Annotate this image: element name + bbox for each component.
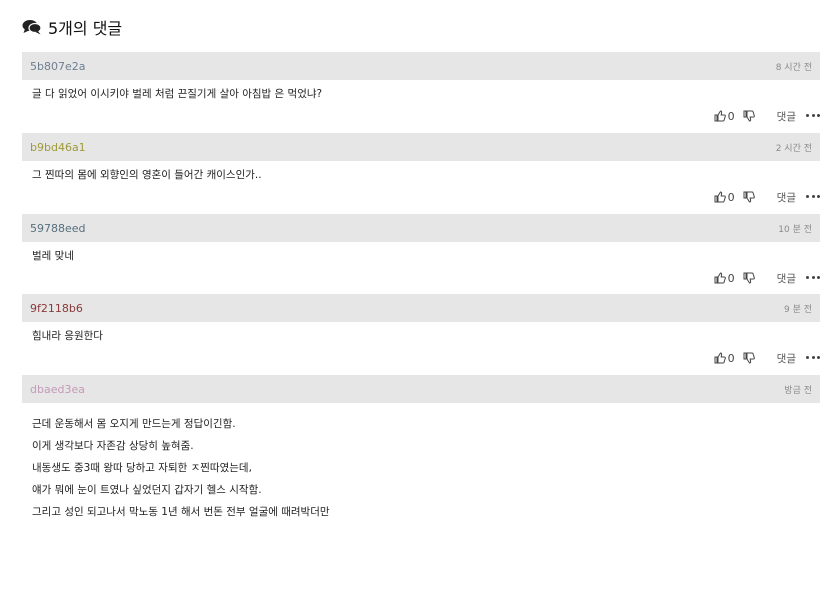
dislike-button[interactable] — [743, 352, 755, 364]
comment-item: b9bd46a1 2 시간 전 그 찐따의 몸에 외향인의 영혼이 들어간 캐이… — [22, 133, 820, 213]
comment-item: 9f2118b6 9 분 전 힘내라 응원한다 0 댓글 — [22, 294, 820, 374]
dislike-button[interactable] — [743, 191, 755, 203]
reply-button[interactable]: 댓글 — [777, 190, 796, 205]
like-button[interactable]: 0 — [714, 191, 743, 204]
like-button[interactable]: 0 — [714, 110, 743, 123]
comment-timestamp: 8 시간 전 — [775, 62, 812, 73]
thumbs-down-icon — [743, 191, 755, 203]
comment-text: 벌레 맞네 — [32, 250, 74, 262]
comment-text-line: 이게 생각보다 자존감 상당히 높혀줌. — [32, 440, 194, 452]
comment-header-bar: 9f2118b6 9 분 전 — [22, 294, 820, 322]
like-count: 0 — [727, 190, 735, 204]
comment-text: 힘내라 응원한다 — [32, 330, 103, 342]
comment-body: 근데 운동해서 몸 오지게 만드는게 정답이긴함. 이게 생각보다 자존감 상당… — [22, 403, 820, 520]
comment-header-bar: 5b807e2a 8 시간 전 — [22, 52, 820, 80]
like-button[interactable]: 0 — [714, 272, 743, 285]
thumbs-down-icon — [743, 272, 755, 284]
more-options-icon[interactable] — [806, 356, 820, 360]
comment-item: dbaed3ea 방금 전 근데 운동해서 몸 오지게 만드는게 정답이긴함. … — [22, 375, 820, 600]
comment-author[interactable]: 59788eed — [30, 222, 86, 235]
more-options-icon[interactable] — [806, 114, 820, 118]
reply-button[interactable]: 댓글 — [777, 351, 796, 366]
comment-item: 59788eed 10 분 전 벌레 맞네 0 댓글 — [22, 214, 820, 294]
comment-text-line: 그리고 성인 되고나서 막노동 1년 해서 번돈 전부 얼굴에 때려박더만 — [32, 506, 330, 518]
comment-actions: 0 댓글 — [714, 187, 820, 207]
dislike-button[interactable] — [743, 110, 755, 122]
comment-actions: 0 댓글 — [714, 348, 820, 368]
comment-timestamp: 9 분 전 — [783, 304, 812, 315]
comment-author[interactable]: 9f2118b6 — [30, 302, 83, 315]
thumbs-up-icon — [714, 272, 726, 284]
thumbs-up-icon — [714, 191, 726, 203]
comment-text: 글 다 읽었어 이시키야 벌레 처럼 끈질기게 살아 아침밥 은 먹었냐? — [32, 88, 323, 100]
comment-body: 벌레 맞네 — [22, 248, 820, 264]
comment-actions: 0 댓글 — [714, 106, 820, 126]
comment-item: 5b807e2a 8 시간 전 글 다 읽었어 이시키야 벌레 처럼 끈질기게 … — [22, 52, 820, 132]
comment-author[interactable]: b9bd46a1 — [30, 141, 86, 154]
comment-body: 글 다 읽었어 이시키야 벌레 처럼 끈질기게 살아 아침밥 은 먹었냐? — [22, 86, 820, 102]
comment-text-line: 얘가 뭐에 눈이 트였나 싶었던지 갑자기 헬스 시작함. — [32, 484, 262, 496]
like-count: 0 — [727, 109, 735, 123]
comments-header: 5개의 댓글 — [22, 14, 122, 40]
comment-actions: 0 댓글 — [714, 268, 820, 288]
thumbs-up-icon — [714, 352, 726, 364]
comment-text-line: 근데 운동해서 몸 오지게 만드는게 정답이긴함. — [32, 418, 236, 430]
thumbs-up-icon — [714, 110, 726, 122]
comment-header-bar: b9bd46a1 2 시간 전 — [22, 133, 820, 161]
comment-text: 그 찐따의 몸에 외향인의 영혼이 들어간 캐이스인가.. — [32, 169, 262, 181]
comment-author[interactable]: dbaed3ea — [30, 383, 85, 396]
more-options-icon[interactable] — [806, 195, 820, 199]
comment-text-line: 내동생도 중3때 왕따 당하고 자퇴한 ㅈ찐따였는데, — [32, 462, 252, 474]
thumbs-down-icon — [743, 352, 755, 364]
like-count: 0 — [727, 271, 735, 285]
like-count: 0 — [727, 351, 735, 365]
comment-header-bar: dbaed3ea 방금 전 — [22, 375, 820, 403]
more-options-icon[interactable] — [806, 276, 820, 280]
comment-body: 그 찐따의 몸에 외향인의 영혼이 들어간 캐이스인가.. — [22, 167, 820, 183]
comment-timestamp: 2 시간 전 — [775, 143, 812, 154]
reply-button[interactable]: 댓글 — [777, 109, 796, 124]
comment-timestamp: 방금 전 — [784, 385, 812, 396]
comment-body: 힘내라 응원한다 — [22, 328, 820, 344]
comments-icon — [22, 19, 42, 35]
comment-timestamp: 10 분 전 — [778, 224, 812, 235]
comment-author[interactable]: 5b807e2a — [30, 60, 85, 73]
reply-button[interactable]: 댓글 — [777, 271, 796, 286]
comments-count-title: 5개의 댓글 — [48, 19, 123, 38]
comment-header-bar: 59788eed 10 분 전 — [22, 214, 820, 242]
thumbs-down-icon — [743, 110, 755, 122]
dislike-button[interactable] — [743, 272, 755, 284]
like-button[interactable]: 0 — [714, 352, 743, 365]
